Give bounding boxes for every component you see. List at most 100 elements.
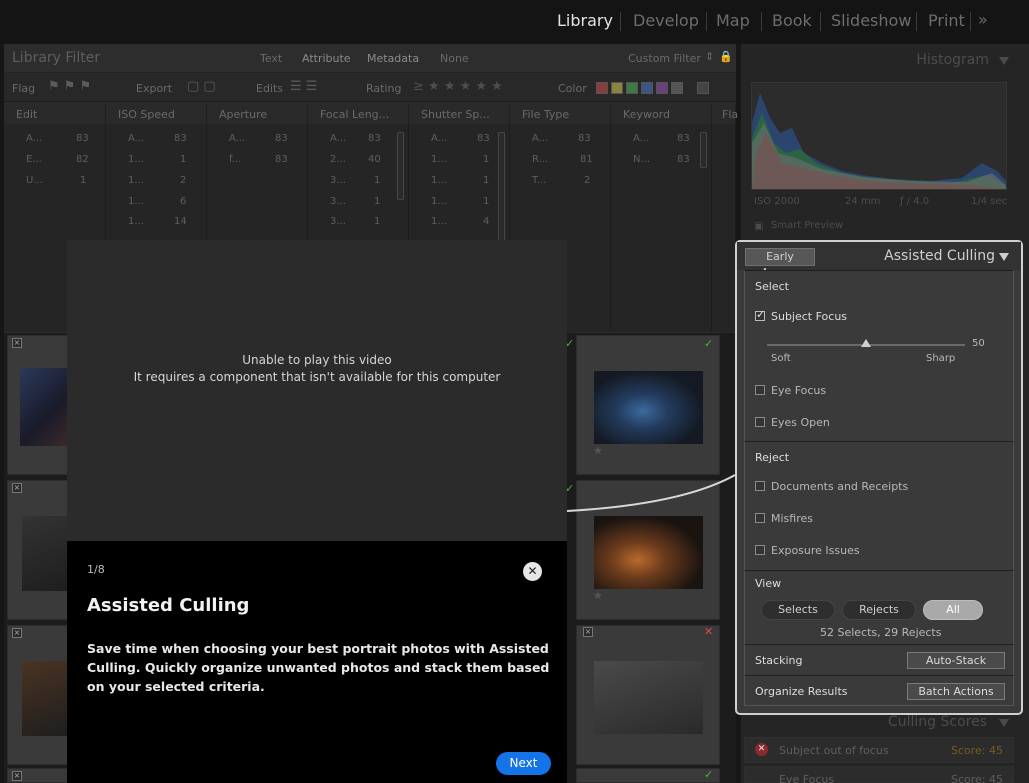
subject-focus-checkbox[interactable]: ✓: [755, 308, 765, 321]
photo-thumbnail[interactable]: [594, 516, 703, 589]
column-header-aperture[interactable]: Aperture: [207, 104, 308, 124]
cell-label[interactable]: 3...: [330, 175, 346, 186]
cell-label[interactable]: 1...: [128, 196, 144, 207]
column-scrollbar[interactable]: [498, 132, 505, 244]
export-icons[interactable]: ▢ ▢: [187, 79, 216, 94]
column-header-shutter[interactable]: Shutter Sp...: [409, 104, 510, 124]
color-swatch-yellow[interactable]: [611, 82, 623, 94]
color-swatch-green[interactable]: [626, 82, 638, 94]
color-swatch-purple[interactable]: [656, 82, 668, 94]
reject-flag-icon[interactable]: ×: [12, 483, 22, 493]
eye-focus-checkbox[interactable]: [755, 385, 765, 395]
documents-checkbox[interactable]: [755, 481, 765, 491]
grid-cell[interactable]: [7, 625, 69, 765]
view-rejects-button[interactable]: Rejects: [842, 600, 916, 620]
photo-thumbnail[interactable]: [22, 661, 68, 736]
cell-label[interactable]: 1...: [431, 216, 447, 227]
cell-label[interactable]: A...: [26, 133, 42, 144]
slider-thumb[interactable]: [861, 339, 871, 347]
more-modules-icon[interactable]: »: [978, 10, 988, 29]
close-icon[interactable]: ✕: [523, 562, 542, 581]
cell-label[interactable]: T...: [532, 175, 546, 186]
cell-label[interactable]: R...: [532, 154, 548, 165]
misfires-checkbox[interactable]: [755, 513, 765, 523]
star-rating-icon[interactable]: ★: [593, 589, 603, 602]
culling-scores-header[interactable]: Culling Scores: [741, 714, 1029, 736]
column-header-edit[interactable]: Edit: [4, 104, 106, 124]
column-header-focal-length[interactable]: Focal Leng...: [308, 104, 409, 124]
auto-stack-button[interactable]: Auto-Stack: [907, 652, 1005, 669]
chevron-updown-icon[interactable]: ⇕: [705, 50, 714, 63]
filter-mode-none[interactable]: None: [440, 52, 469, 65]
next-button[interactable]: Next: [496, 752, 551, 775]
lock-icon[interactable]: 🔒: [719, 50, 733, 63]
collapse-triangle-icon[interactable]: [999, 253, 1009, 261]
module-book[interactable]: Book: [772, 11, 812, 30]
photo-thumbnail[interactable]: [20, 368, 68, 446]
column-header-iso[interactable]: ISO Speed: [106, 104, 207, 124]
reject-flag-icon[interactable]: ×: [12, 771, 22, 781]
edits-icons[interactable]: ☰ ☰: [290, 79, 317, 94]
star-rating-icon[interactable]: ★: [593, 444, 603, 457]
color-swatch-custom[interactable]: [671, 82, 683, 94]
module-slideshow[interactable]: Slideshow: [831, 11, 911, 30]
cell-label[interactable]: 1...: [128, 175, 144, 186]
grid-cell[interactable]: [7, 480, 69, 620]
color-swatch-red[interactable]: [596, 82, 608, 94]
column-header-flag[interactable]: Fla: [712, 104, 738, 124]
cell-label[interactable]: 1...: [128, 154, 144, 165]
grid-cell[interactable]: [7, 335, 69, 475]
reject-flag-icon[interactable]: ×: [12, 338, 22, 348]
module-develop[interactable]: Develop: [633, 11, 699, 30]
grid-cell[interactable]: ★: [576, 335, 720, 475]
view-selects-button[interactable]: Selects: [761, 600, 835, 620]
column-header-keyword[interactable]: Keyword: [611, 104, 712, 124]
eyes-open-checkbox[interactable]: [755, 417, 765, 427]
photo-thumbnail[interactable]: [594, 661, 703, 734]
video-player[interactable]: Unable to play this video It requires a …: [67, 240, 567, 541]
cell-label[interactable]: 1...: [431, 175, 447, 186]
module-print[interactable]: Print: [928, 11, 965, 30]
cell-label[interactable]: A...: [532, 133, 548, 144]
column-header-file-type[interactable]: File Type: [510, 104, 611, 124]
cell-label[interactable]: 3...: [330, 196, 346, 207]
cell-label[interactable]: 1...: [128, 216, 144, 227]
exposure-issues-checkbox[interactable]: [755, 545, 765, 555]
cell-label[interactable]: f...: [229, 154, 241, 165]
batch-actions-button[interactable]: Batch Actions: [907, 683, 1005, 700]
view-all-button[interactable]: All: [923, 600, 983, 620]
rating-stars-icons[interactable]: ≥ ★ ★ ★ ★ ★: [413, 79, 503, 94]
column-scrollbar[interactable]: [397, 132, 404, 200]
reject-flag-icon[interactable]: ×: [12, 628, 22, 638]
cell-label[interactable]: A...: [330, 133, 346, 144]
color-swatch-none[interactable]: [697, 82, 709, 94]
assisted-culling-header[interactable]: Early Access Assisted Culling: [737, 242, 1021, 279]
cell-label[interactable]: A...: [229, 133, 245, 144]
cell-label[interactable]: 3...: [330, 216, 346, 227]
cell-label[interactable]: A...: [128, 133, 144, 144]
cell-label[interactable]: 1...: [431, 154, 447, 165]
filter-mode-text[interactable]: Text: [260, 52, 282, 65]
collapse-triangle-icon[interactable]: [999, 719, 1009, 727]
cell-label[interactable]: A...: [431, 133, 447, 144]
cell-label[interactable]: N...: [633, 154, 650, 165]
cell-label[interactable]: 2...: [330, 154, 346, 165]
flag-icons[interactable]: ⚑ ⚑ ⚑: [48, 79, 91, 94]
collapse-triangle-icon[interactable]: [999, 57, 1009, 65]
histogram-header[interactable]: Histogram: [741, 44, 1029, 76]
cell-label[interactable]: U...: [26, 175, 43, 186]
filter-mode-metadata[interactable]: Metadata: [367, 52, 419, 65]
cell-label[interactable]: A...: [633, 133, 649, 144]
grid-cell[interactable]: [576, 768, 720, 783]
reject-flag-icon[interactable]: ×: [583, 627, 593, 637]
photo-thumbnail[interactable]: [594, 371, 703, 444]
color-swatch-blue[interactable]: [641, 82, 653, 94]
module-library[interactable]: Library: [557, 11, 613, 30]
filter-mode-attribute[interactable]: Attribute: [302, 52, 351, 65]
photo-thumbnail[interactable]: [22, 516, 68, 591]
module-map[interactable]: Map: [716, 11, 750, 30]
grid-cell[interactable]: [576, 625, 720, 765]
cell-label[interactable]: E...: [26, 154, 42, 165]
column-scrollbar[interactable]: [700, 132, 707, 168]
smart-preview-icon[interactable]: ▣: [754, 221, 763, 232]
